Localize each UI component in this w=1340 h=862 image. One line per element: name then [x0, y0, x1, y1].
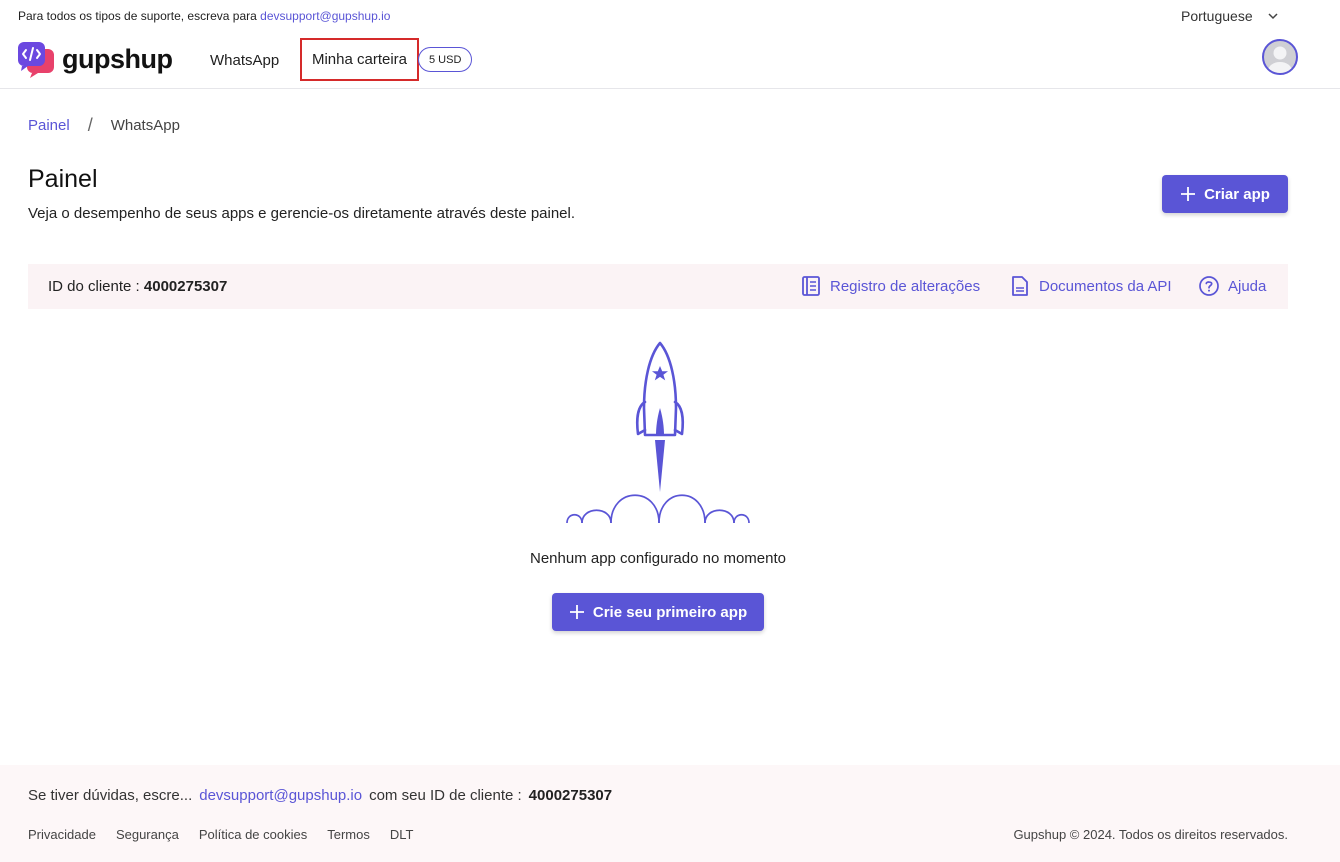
- avatar-icon: [1268, 46, 1292, 73]
- user-avatar[interactable]: [1262, 39, 1298, 75]
- changelog-link[interactable]: Registro de alterações: [800, 275, 980, 297]
- breadcrumb-current: WhatsApp: [110, 117, 180, 134]
- support-prefix: Para todos os tipos de suporte, escreva …: [18, 9, 257, 23]
- language-label: Portuguese: [1181, 8, 1253, 24]
- footer-link-terms[interactable]: Termos: [327, 827, 370, 842]
- gupshup-logo[interactable]: gupshup: [18, 40, 173, 78]
- help-label: Ajuda: [1228, 277, 1267, 295]
- logo-icon: [18, 42, 54, 78]
- changelog-label: Registro de alterações: [830, 277, 981, 295]
- chevron-down-icon: [1268, 13, 1278, 20]
- footer-link-privacy[interactable]: Privacidade: [28, 827, 96, 842]
- footer-links: Privacidade Segurança Política de cookie…: [28, 827, 413, 842]
- empty-state-message: Nenhum app configurado no momento: [530, 550, 786, 567]
- footer-middle: com seu ID de cliente :: [369, 787, 522, 804]
- footer-link-dlt[interactable]: DLT: [390, 827, 414, 842]
- breadcrumb: Painel / WhatsApp: [28, 115, 180, 136]
- wallet-balance-badge: 5 USD: [418, 47, 473, 72]
- nav-whatsapp[interactable]: WhatsApp: [210, 52, 279, 69]
- breadcrumb-separator: /: [87, 115, 93, 135]
- page-title: Painel: [28, 165, 98, 193]
- client-info-bar: ID do cliente : 4000275307 Registro de a…: [28, 264, 1288, 309]
- document-icon: [1012, 276, 1028, 296]
- create-first-app-button[interactable]: Crie seu primeiro app: [552, 593, 764, 631]
- create-app-button[interactable]: Criar app: [1162, 175, 1288, 213]
- breadcrumb-home[interactable]: Painel: [28, 117, 70, 134]
- client-id-label: ID do cliente :: [48, 278, 140, 295]
- support-notice: Para todos os tipos de suporte, escreva …: [18, 9, 390, 23]
- client-id-value: 4000275307: [143, 278, 228, 295]
- footer-prefix: Se tiver dúvidas, escre...: [28, 787, 193, 804]
- create-app-label: Criar app: [1204, 185, 1270, 203]
- help-link[interactable]: Ajuda: [1198, 275, 1266, 297]
- api-docs-link[interactable]: Documentos da API: [1009, 275, 1172, 297]
- top-header: Para todos os tipos de suporte, escreva …: [0, 0, 1340, 89]
- nav-my-wallet[interactable]: Minha carteira: [300, 38, 419, 81]
- footer-client-id: 4000275307: [528, 787, 613, 804]
- client-id-display: ID do cliente : 4000275307: [48, 278, 227, 295]
- language-selector[interactable]: Portuguese: [1181, 8, 1279, 24]
- rocket-illustration: [566, 341, 750, 524]
- copyright-text: Gupshup © 2024. Todos os direitos reserv…: [1013, 827, 1288, 842]
- help-icon: [1199, 276, 1219, 296]
- page-footer: Se tiver dúvidas, escre... devsupport@gu…: [0, 765, 1340, 862]
- create-first-app-label: Crie seu primeiro app: [592, 603, 748, 621]
- footer-link-cookies[interactable]: Política de cookies: [199, 827, 307, 842]
- footer-support-line: Se tiver dúvidas, escre... devsupport@gu…: [28, 787, 612, 804]
- footer-link-security[interactable]: Segurança: [116, 827, 179, 842]
- footer-email-link[interactable]: devsupport@gupshup.io: [199, 787, 362, 804]
- api-docs-label: Documentos da API: [1039, 277, 1172, 295]
- nav-my-wallet-label: Minha carteira: [311, 51, 408, 68]
- plus-icon: [1181, 187, 1196, 201]
- changelog-icon: [802, 276, 820, 296]
- plus-icon: [569, 605, 584, 619]
- logo-text: gupshup: [62, 43, 173, 74]
- support-email-link[interactable]: devsupport@gupshup.io: [260, 9, 390, 23]
- page-subtitle: Veja o desempenho de seus apps e gerenci…: [28, 205, 576, 222]
